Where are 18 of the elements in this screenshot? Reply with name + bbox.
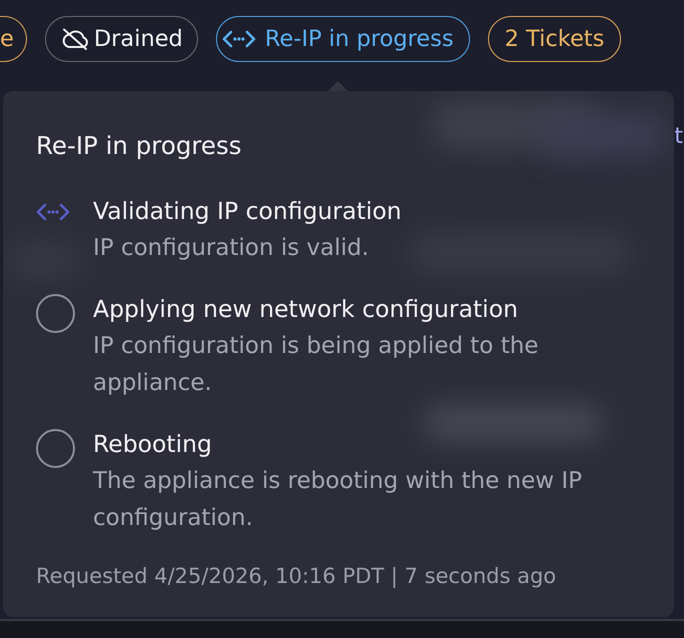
background-link-text: t [674, 123, 683, 151]
empty-circle-icon [36, 294, 75, 333]
step-description: IP configuration is being applied to the appliance. [93, 332, 540, 398]
step-description: IP configuration is valid. [93, 234, 369, 263]
dotted-arrows-icon [36, 203, 70, 221]
status-pill[interactable]: Drained [44, 16, 198, 62]
step-description: The appliance is rebooting with the new IP configuration. [93, 467, 584, 533]
step-title: Applying new network configuration [93, 294, 518, 325]
popover-title: Re-IP in progress [36, 130, 242, 162]
step-title: Validating IP configuration [93, 196, 402, 227]
step-title: Rebooting [93, 429, 212, 460]
cloud-off-icon [60, 27, 90, 51]
status-pill[interactable]: e [0, 16, 27, 62]
request-timestamp: Requested 4/25/2026, 10:16 PDT | 7 seconds ago [36, 563, 556, 590]
status-pill[interactable]: Re-IP in progress [216, 16, 470, 62]
dotted-arrows-icon [222, 30, 256, 48]
status-pill[interactable]: 2 Tickets [488, 16, 622, 62]
empty-circle-icon [36, 429, 75, 468]
